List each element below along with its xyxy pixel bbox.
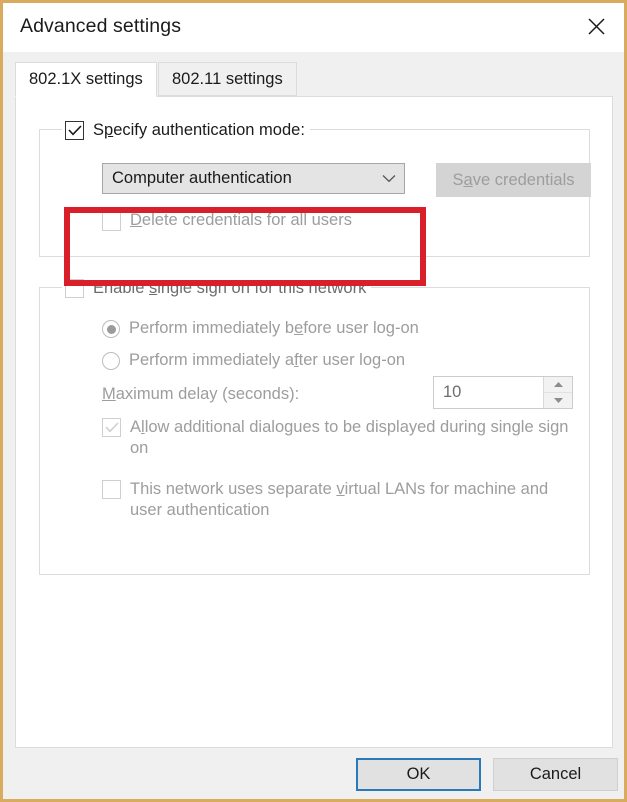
maximum-delay-label: Maximum delay (seconds): bbox=[102, 385, 299, 404]
tab-8021x-settings[interactable]: 802.1X settings bbox=[15, 62, 157, 97]
allow-additional-dialogues-checkbox[interactable]: Allow additional dialogues to be display… bbox=[102, 418, 577, 459]
radio-perform-after-logon[interactable]: Perform immediately after user log-on bbox=[102, 352, 405, 370]
radio-glyph bbox=[102, 320, 120, 338]
chevron-down-icon bbox=[374, 174, 404, 183]
maximum-delay-stepper[interactable]: 10 bbox=[433, 376, 573, 409]
checkbox-label: Specify authentication mode: bbox=[93, 121, 305, 140]
enable-single-sign-on-checkbox[interactable]: Enable single sign on for this network bbox=[62, 277, 371, 299]
ok-button[interactable]: OK bbox=[356, 758, 481, 791]
delete-credentials-checkbox[interactable]: Delete credentials for all users bbox=[102, 212, 352, 231]
window-title: Advanced settings bbox=[20, 15, 181, 38]
tab-label: 802.1X settings bbox=[29, 70, 143, 89]
dialog-footer: OK Cancel bbox=[3, 748, 624, 799]
advanced-settings-dialog: Advanced settings 802.1X settings 802.11… bbox=[0, 0, 627, 802]
checkbox-glyph bbox=[65, 279, 84, 298]
checkbox-label: Allow additional dialogues to be display… bbox=[130, 417, 577, 459]
authentication-mode-dropdown[interactable]: Computer authentication bbox=[102, 163, 405, 194]
cancel-button[interactable]: Cancel bbox=[493, 758, 618, 791]
checkbox-glyph bbox=[102, 480, 121, 499]
button-label: OK bbox=[407, 765, 431, 784]
button-label: Save credentials bbox=[452, 171, 574, 190]
radio-label: Perform immediately before user log-on bbox=[129, 319, 419, 338]
spinner-down-icon[interactable] bbox=[544, 393, 572, 408]
specify-authentication-mode-checkbox[interactable]: Specify authentication mode: bbox=[62, 119, 310, 141]
tab-80211-settings[interactable]: 802.11 settings bbox=[158, 62, 297, 96]
tab-label: 802.11 settings bbox=[172, 70, 283, 89]
checkbox-glyph bbox=[65, 121, 84, 140]
radio-label: Perform immediately after user log-on bbox=[129, 351, 405, 370]
tab-content-panel: Specify authentication mode: Computer au… bbox=[15, 96, 613, 748]
checkbox-label: This network uses separate virtual LANs … bbox=[130, 479, 577, 521]
authentication-mode-group: Specify authentication mode: Computer au… bbox=[39, 129, 590, 257]
single-sign-on-group: Enable single sign on for this network P… bbox=[39, 287, 590, 575]
checkbox-glyph bbox=[102, 418, 121, 437]
radio-glyph bbox=[102, 352, 120, 370]
virtual-lans-checkbox[interactable]: This network uses separate virtual LANs … bbox=[102, 480, 577, 521]
stepper-buttons bbox=[543, 377, 572, 408]
spinner-up-icon[interactable] bbox=[544, 377, 572, 393]
tab-strip: 802.1X settings 802.11 settings bbox=[15, 62, 613, 96]
close-icon[interactable] bbox=[568, 3, 624, 49]
radio-perform-before-logon[interactable]: Perform immediately before user log-on bbox=[102, 320, 419, 338]
checkbox-glyph bbox=[102, 212, 121, 231]
checkbox-label: Delete credentials for all users bbox=[130, 211, 352, 230]
button-label: Cancel bbox=[530, 765, 581, 784]
dropdown-value: Computer authentication bbox=[103, 169, 374, 188]
stepper-value: 10 bbox=[434, 377, 543, 408]
save-credentials-button[interactable]: Save credentials bbox=[436, 163, 591, 197]
title-bar: Advanced settings bbox=[3, 3, 624, 52]
checkbox-label: Enable single sign on for this network bbox=[93, 279, 366, 298]
